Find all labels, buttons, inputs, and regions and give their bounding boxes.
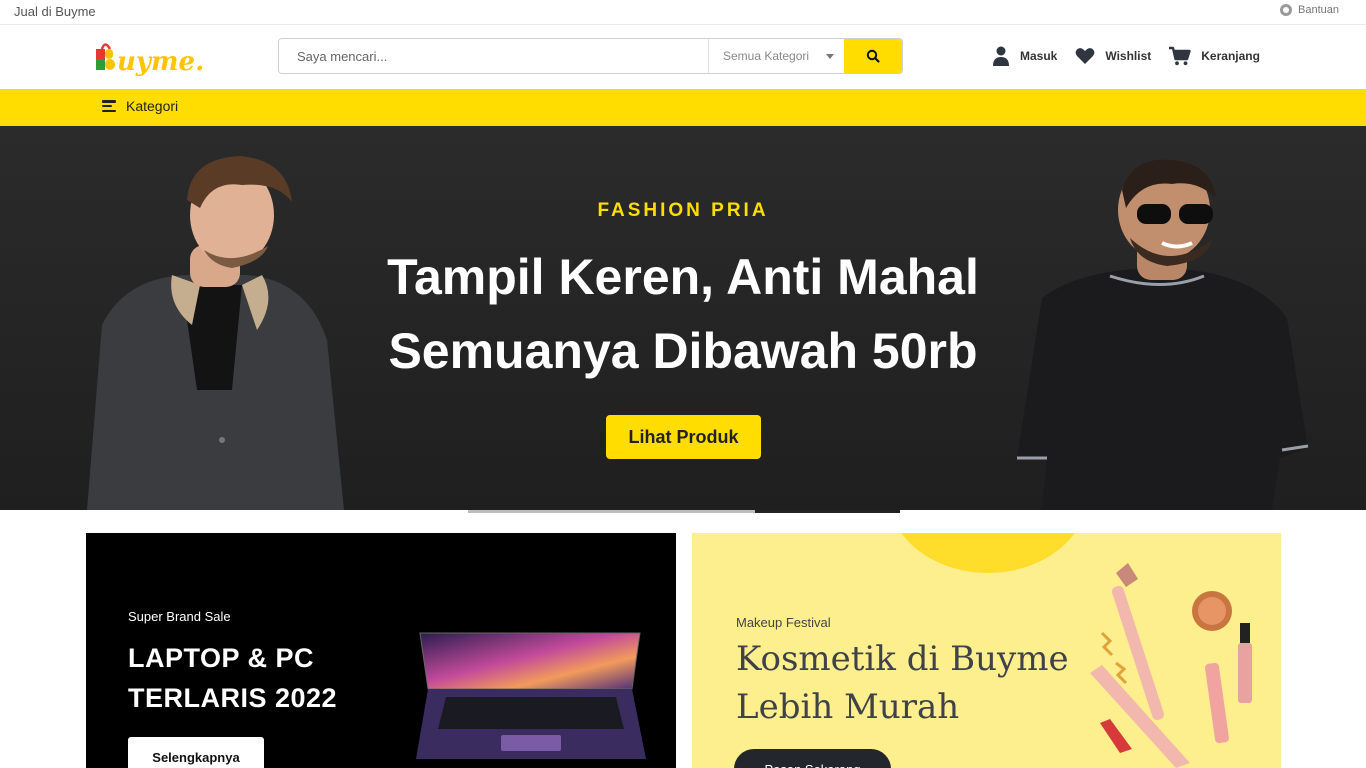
hero-headline-line2: Semuanya Dibawah 50rb xyxy=(388,323,978,379)
cart-button[interactable]: Keranjang xyxy=(1169,46,1260,66)
chevron-down-icon xyxy=(826,54,834,59)
slider-active-indicator xyxy=(755,510,900,513)
search-button[interactable] xyxy=(844,39,902,73)
cosmetics-image xyxy=(1090,563,1252,768)
header: uyme. Semua Kategori Masuk Wi xyxy=(0,25,1366,89)
cart-icon xyxy=(1169,46,1191,66)
category-bar: Kategori xyxy=(0,89,1366,126)
wishlist-label: Wishlist xyxy=(1105,49,1152,63)
heart-icon xyxy=(1075,48,1095,64)
search-bar: Semua Kategori xyxy=(278,38,903,74)
category-menu-button[interactable]: Kategori xyxy=(102,98,178,114)
order-now-button[interactable]: Pesan Sekarang xyxy=(734,749,891,768)
search-icon xyxy=(866,49,880,63)
hero-banner: FASHION PRIA Tampil Keren, Anti Mahal Se… xyxy=(0,126,1366,510)
hamburger-icon xyxy=(102,100,116,112)
view-products-button[interactable]: Lihat Produk xyxy=(606,415,761,459)
top-strip: Jual di Buyme Bantuan xyxy=(0,0,1366,25)
category-menu-label: Kategori xyxy=(126,98,179,114)
hero-eyebrow: FASHION PRIA xyxy=(597,200,769,221)
promo-laptop-line2: TERLARIS 2022 xyxy=(128,683,338,713)
user-icon xyxy=(993,46,1009,66)
wishlist-button[interactable]: Wishlist xyxy=(1075,47,1151,65)
promo-card-cosmetics[interactable]: Makeup Festival Kosmetik di Buyme Lebih … xyxy=(692,533,1281,768)
login-label: Masuk xyxy=(1020,49,1058,63)
promo-cosmetics-line1: Kosmetik di Buyme xyxy=(736,639,1069,679)
category-select[interactable]: Semua Kategori xyxy=(708,39,844,73)
search-input[interactable] xyxy=(279,39,708,73)
promo-cosmetics-line2: Lebih Murah xyxy=(736,687,960,727)
promo-card-laptop[interactable]: Super Brand Sale LAPTOP & PC TERLARIS 20… xyxy=(86,533,676,768)
help-label: Bantuan xyxy=(1298,4,1339,16)
laptop-image xyxy=(416,632,646,759)
cart-label: Keranjang xyxy=(1201,49,1260,63)
hero-headline-line1: Tampil Keren, Anti Mahal xyxy=(387,249,979,305)
promo-laptop-eyebrow: Super Brand Sale xyxy=(128,609,231,624)
header-actions: Masuk Wishlist Keranjang xyxy=(992,43,1278,69)
svg-text:uyme.: uyme. xyxy=(117,47,204,77)
login-button[interactable]: Masuk xyxy=(992,46,1057,66)
buyme-logo[interactable]: uyme. xyxy=(96,35,206,81)
help-icon xyxy=(1280,4,1293,16)
help-link[interactable]: Bantuan xyxy=(1280,4,1339,16)
promo-laptop-line1: LAPTOP & PC xyxy=(128,643,315,673)
see-more-button[interactable]: Selengkapnya xyxy=(128,737,264,768)
sell-on-buyme-link[interactable]: Jual di Buyme xyxy=(14,4,96,19)
promo-cosmetics-eyebrow: Makeup Festival xyxy=(736,615,831,630)
category-select-value: Semua Kategori xyxy=(723,49,810,63)
decorative-circle xyxy=(888,533,1088,573)
hero-slider-indicator[interactable] xyxy=(468,510,900,513)
